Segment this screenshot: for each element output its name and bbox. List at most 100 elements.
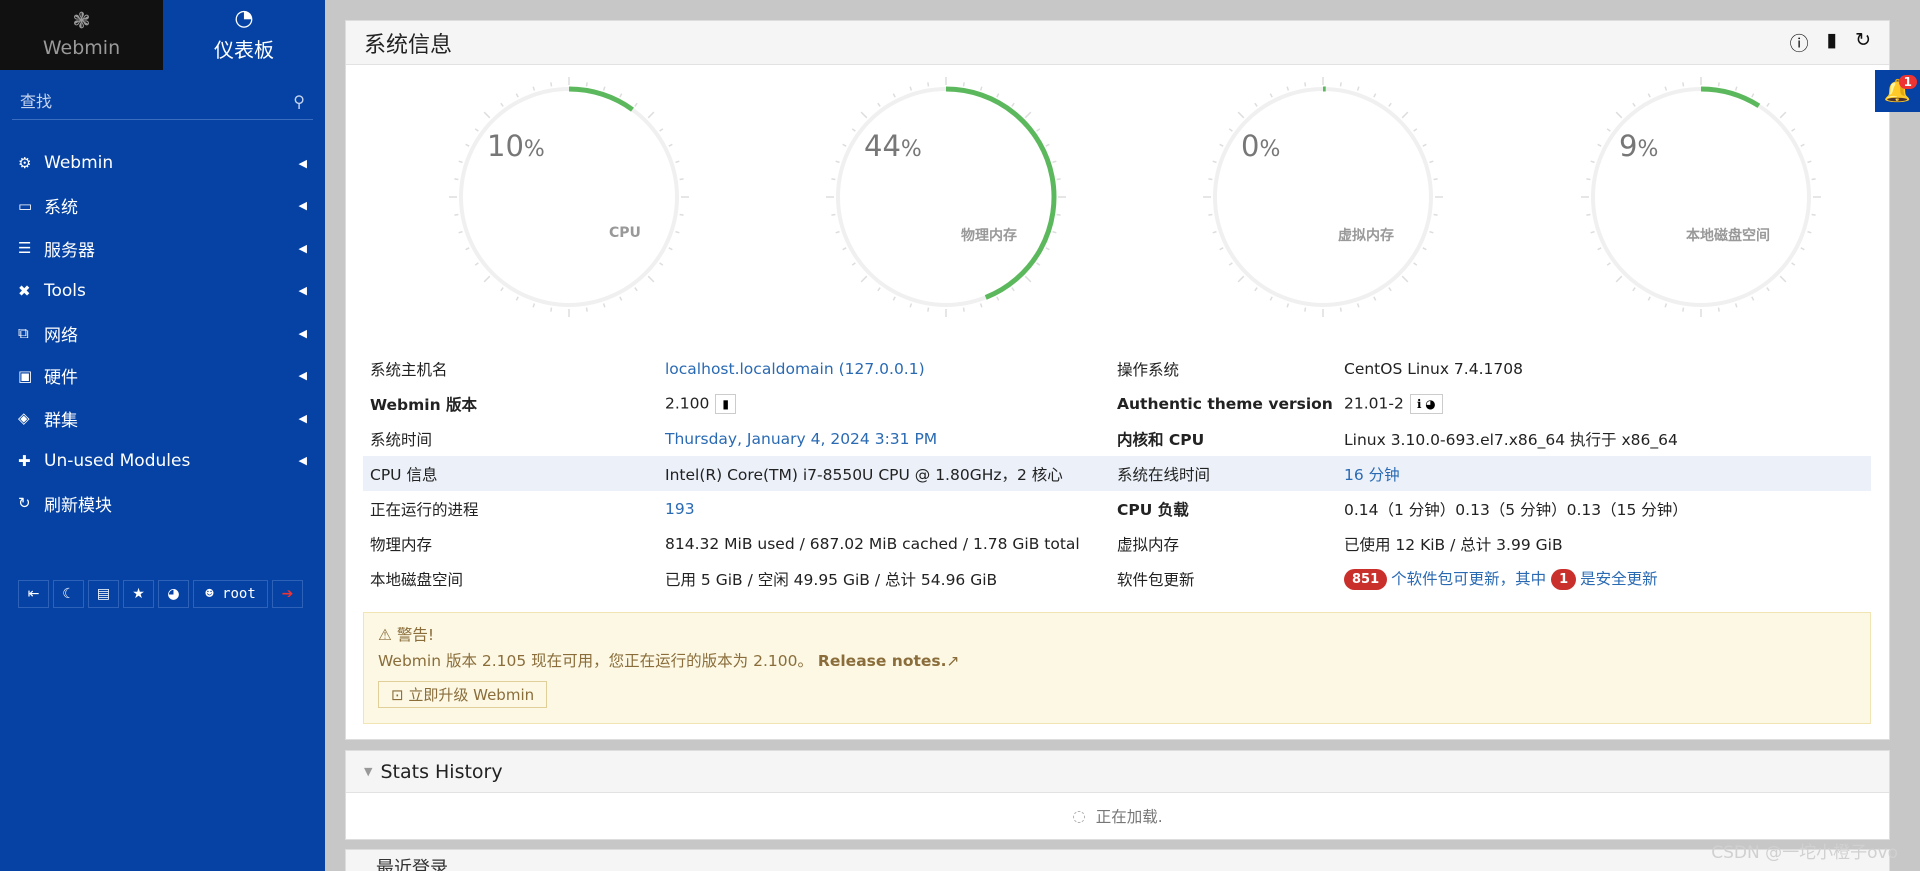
- star-icon: ★: [132, 586, 145, 602]
- gauge-tick: [1717, 82, 1720, 87]
- recent-logins-header[interactable]: 最近登录: [345, 849, 1890, 871]
- gauge-tick: [1401, 275, 1409, 283]
- release-notes-link[interactable]: Release notes.: [818, 652, 947, 670]
- gauge-tick: [668, 247, 673, 251]
- gauge-tick: [877, 287, 881, 292]
- gauge-tick: [458, 160, 463, 164]
- caret-left-icon: ◀: [298, 284, 307, 298]
- theme-info-button[interactable]: ℹ ◕: [1409, 393, 1443, 414]
- search-input[interactable]: [20, 92, 260, 111]
- logout-button[interactable]: ➔: [272, 580, 303, 608]
- gauge-tick: [927, 307, 930, 312]
- tools-icon: ✖: [18, 281, 31, 300]
- upgrade-button[interactable]: ⊡ 立即升级 Webmin: [378, 681, 548, 708]
- gauge-tick: [619, 296, 623, 301]
- gauge-tick: [1212, 160, 1217, 164]
- gauge-tick: [1024, 275, 1032, 283]
- upgrade-warning: ⚠ 警告! Webmin 版本 2.105 现在可用，您正在运行的版本为 2.1…: [363, 612, 1871, 724]
- clipboard-icon[interactable]: ▮: [1827, 29, 1837, 56]
- gear-icon: ⚙: [18, 154, 32, 173]
- gauge-tick: [532, 86, 536, 91]
- sidebar-item-hardware[interactable]: ▣ 硬件 ◀: [0, 355, 325, 398]
- gauge-tick: [1779, 111, 1787, 119]
- gauge-tick: [465, 143, 470, 147]
- uptime-link[interactable]: 16 分钟: [1344, 463, 1871, 485]
- gauge-tick: [1632, 287, 1636, 292]
- sidebar-item-webmin[interactable]: ⚙ Webmin ◀: [0, 142, 325, 185]
- notifications-button[interactable]: 🔔 1: [1875, 70, 1920, 112]
- webmin-tab[interactable]: ❃ Webmin: [0, 0, 163, 70]
- security-count-badge[interactable]: 1: [1551, 569, 1577, 590]
- gauge-tick: [1237, 111, 1245, 119]
- gauge-value: 0%: [1241, 129, 1281, 163]
- reload-icon[interactable]: ↻: [1855, 29, 1871, 56]
- table-row: Webmin 版本 2.100 ▮ Authentic theme version…: [363, 386, 1871, 421]
- real-memory-label: 物理内存: [370, 535, 433, 554]
- sidebar-item-servers[interactable]: ☰ 服务器 ◀: [0, 227, 325, 270]
- gauge-tick: [679, 213, 684, 216]
- dashboard-tab[interactable]: ◔ 仪表板: [163, 0, 325, 70]
- gauge-tick: [1269, 93, 1273, 98]
- watermark: CSDN @一坨小橙子ovo: [1711, 843, 1898, 863]
- sidebar-item-system[interactable]: ▭ 系统 ◀: [0, 185, 325, 228]
- gauge-tick: [1212, 230, 1217, 234]
- system-time-link[interactable]: Thursday, January 4, 2024 3:31 PM: [665, 430, 1117, 448]
- gauge-tick: [1219, 247, 1224, 251]
- gauge-tick: [860, 111, 868, 119]
- gauge-tick: [1779, 275, 1787, 283]
- favorites-button[interactable]: ★: [123, 580, 154, 608]
- gauge-tick: [1339, 82, 1342, 87]
- terminal-button[interactable]: ▤: [88, 580, 119, 608]
- info-table: 系统主机名 localhost.localdomain (127.0.0.1) …: [363, 351, 1871, 596]
- cpu-info-value: Intel(R) Core(TM) i7-8550U CPU @ 1.80GHz…: [665, 465, 1063, 484]
- gauge-tick: [659, 128, 664, 132]
- gauge-tick: [1237, 275, 1245, 283]
- gauge-value-arc: [568, 86, 634, 112]
- gauge-tick: [1304, 307, 1307, 312]
- changelog-button[interactable]: ▮: [715, 393, 736, 414]
- sidebar-item-refresh-modules[interactable]: ↻ 刷新模块: [0, 482, 325, 525]
- gauge-tick: [909, 303, 913, 308]
- updates-link[interactable]: 个软件包可更新，其中: [1391, 570, 1546, 588]
- stats-history-header[interactable]: ▼ Stats History: [346, 751, 1889, 793]
- theme-version-value: 21.01-2: [1344, 394, 1404, 412]
- gauge-track: [1213, 87, 1433, 307]
- theme-button[interactable]: ◕: [158, 580, 189, 608]
- sidebar-item-label: Tools: [44, 280, 86, 301]
- gauge-tick: [474, 262, 479, 266]
- collapse-icon: ⇤: [27, 586, 40, 602]
- sidebar-item-cluster[interactable]: ◈ 群集 ◀: [0, 397, 325, 440]
- gauge-tick: [1254, 287, 1258, 292]
- sidebar-item-unused-modules[interactable]: ✚ Un-used Modules ◀: [0, 440, 325, 483]
- gauge-tick: [619, 93, 623, 98]
- user-button[interactable]: ☻ root: [193, 580, 268, 608]
- gauge-tick: [1011, 102, 1015, 107]
- sidebar-item-label: 系统: [44, 198, 78, 219]
- night-mode-button[interactable]: ☾: [53, 580, 84, 608]
- search-icon[interactable]: ⚲: [293, 92, 305, 111]
- gauge-tick: [1056, 213, 1061, 216]
- gauge-tick: [1807, 230, 1812, 234]
- gauge-tick: [979, 86, 983, 91]
- hostname-link[interactable]: localhost.localdomain (127.0.0.1): [665, 360, 1117, 378]
- virtual-memory-label: 虚拟内存: [1117, 535, 1180, 554]
- updates-count-badge[interactable]: 851: [1344, 569, 1388, 590]
- gauge-tick: [831, 213, 836, 216]
- brand-row: ❃ Webmin ◔ 仪表板: [0, 0, 325, 70]
- gauge-tick: [1615, 111, 1623, 119]
- help-icon[interactable]: ⓘ: [1790, 29, 1809, 56]
- gauge-tick: [1373, 296, 1377, 301]
- gauge-tick: [1356, 303, 1360, 308]
- hostname-label: 系统主机名: [370, 360, 448, 379]
- gauge-cpu: 10% CPU: [449, 77, 689, 317]
- processes-link[interactable]: 193: [665, 500, 1117, 518]
- warning-icon: ⚠: [378, 626, 392, 644]
- sidebar-toolbar: ⇤ ☾ ▤ ★ ◕ ☻ root ➔: [18, 580, 303, 608]
- sidebar-item-tools[interactable]: ✖ Tools ◀: [0, 270, 325, 313]
- security-updates-link[interactable]: 是安全更新: [1580, 570, 1658, 588]
- sidebar-item-network[interactable]: ⧉ 网络 ◀: [0, 312, 325, 355]
- collapse-button[interactable]: ⇤: [18, 580, 49, 608]
- gauge-tick: [1717, 307, 1720, 312]
- dashboard-tab-label: 仪表板: [214, 37, 274, 62]
- laptop-icon: ▭: [18, 196, 33, 215]
